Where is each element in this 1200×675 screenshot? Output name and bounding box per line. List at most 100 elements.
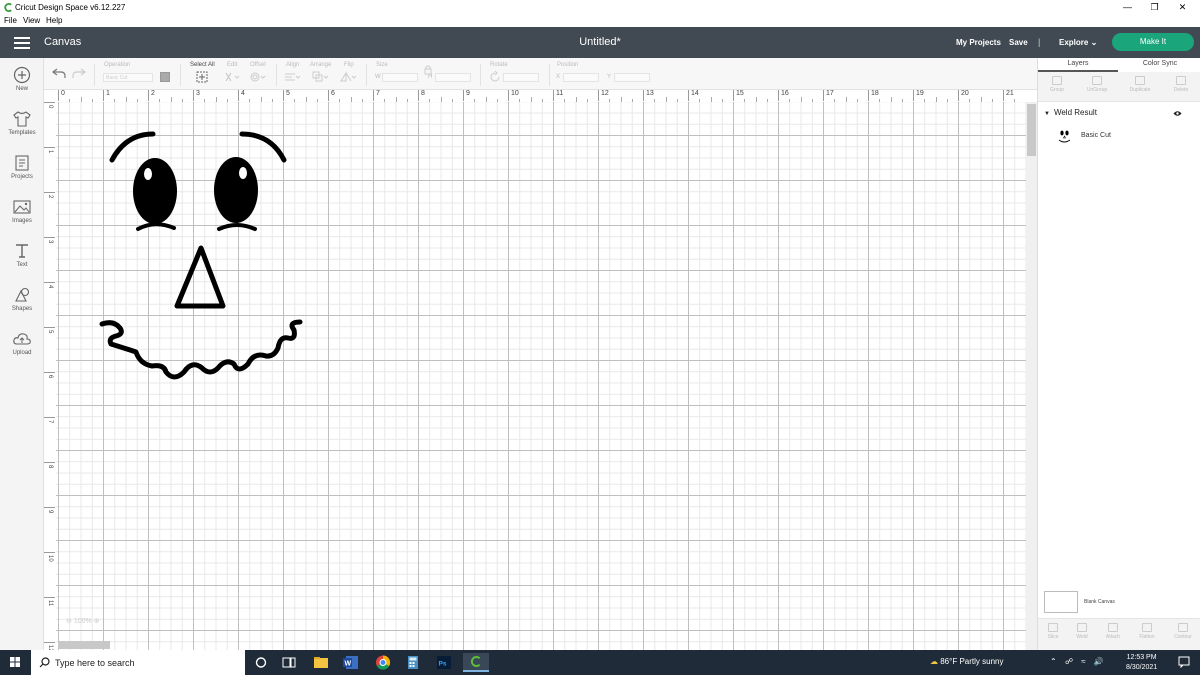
ruler-left-label: 3	[47, 240, 53, 244]
zoom-control[interactable]: ⊖ 100% ⊕	[66, 617, 100, 625]
image-icon	[13, 200, 31, 214]
make-it-button[interactable]: Make It	[1112, 33, 1194, 51]
redo-icon[interactable]	[72, 67, 86, 79]
network-icon[interactable]: ☍	[1065, 657, 1073, 666]
weld-result-design[interactable]	[56, 102, 1026, 650]
design-canvas[interactable]	[56, 102, 1026, 650]
offset-label: Offset	[250, 62, 266, 68]
size-label: Size	[376, 62, 388, 68]
my-projects-link[interactable]: My Projects	[956, 38, 1001, 47]
position-x-input[interactable]	[563, 73, 599, 82]
undo-icon[interactable]	[52, 67, 66, 79]
arrange-icon[interactable]	[312, 71, 330, 83]
vertical-scrollbar[interactable]	[1026, 102, 1037, 650]
ruler-top-tick	[508, 90, 509, 101]
eye-icon[interactable]	[1173, 110, 1182, 117]
chevron-up-icon[interactable]: ⌃	[1050, 657, 1057, 666]
cricut-icon[interactable]	[463, 653, 489, 672]
toolbar-divider	[180, 64, 181, 86]
taskbar-search-input[interactable]: Type here to search	[31, 650, 245, 675]
cortana-icon[interactable]	[250, 653, 272, 672]
images-tool[interactable]: Images	[0, 198, 44, 238]
system-tray: ⌃ ☍ ≈ 🔊	[1050, 657, 1104, 666]
tab-color-sync[interactable]: Color Sync	[1120, 60, 1200, 67]
select-all-icon[interactable]	[196, 71, 208, 83]
ungroup-tool[interactable]: UnGroup	[1078, 76, 1116, 93]
tab-layers[interactable]: Layers	[1038, 60, 1118, 72]
right-eyebrow	[239, 131, 287, 163]
scroll-thumb[interactable]	[1027, 104, 1036, 156]
zoom-level: 100%	[73, 618, 92, 625]
ruler-top-tick	[148, 90, 149, 101]
height-input[interactable]	[435, 73, 471, 82]
photoshop-icon[interactable]: Ps	[433, 653, 455, 672]
save-link[interactable]: Save	[1009, 38, 1028, 47]
rotate-input[interactable]	[503, 73, 539, 82]
search-placeholder: Type here to search	[55, 658, 135, 668]
delete-label: Delete	[1173, 87, 1189, 93]
blank-canvas-swatch[interactable]	[1044, 591, 1078, 613]
upload-cloud-icon	[13, 333, 31, 345]
nose	[174, 245, 226, 309]
upload-tool[interactable]: Upload	[0, 330, 44, 370]
notification-icon[interactable]	[1178, 656, 1190, 668]
scroll-thumb[interactable]	[58, 641, 110, 649]
attach-tool[interactable]: Attach	[1094, 623, 1132, 640]
ruler-top-label: 0	[61, 90, 65, 97]
layer-item-basic-cut[interactable]: Basic Cut	[1056, 128, 1196, 146]
operation-select[interactable]: Basic Cut	[103, 73, 153, 82]
hamburger-menu-icon[interactable]	[14, 37, 30, 49]
delete-tool[interactable]: Delete	[1162, 76, 1200, 93]
menu-view[interactable]: View	[23, 16, 40, 25]
group-tool[interactable]: Group	[1038, 76, 1076, 93]
zoom-out-icon[interactable]: ⊖	[66, 618, 72, 625]
flatten-tool[interactable]: Flatten	[1128, 623, 1166, 640]
text-tool[interactable]: Text	[0, 242, 44, 282]
taskbar-clock[interactable]: 12:53 PM 8/30/2021	[1126, 653, 1157, 673]
wifi-icon[interactable]: ≈	[1081, 657, 1085, 666]
new-tool[interactable]: New	[0, 66, 44, 106]
menu-help[interactable]: Help	[46, 16, 62, 25]
paperclip-icon	[1108, 623, 1118, 632]
shapes-tool[interactable]: Shapes	[0, 286, 44, 326]
flip-icon[interactable]	[340, 71, 358, 83]
offset-icon[interactable]	[249, 71, 267, 83]
chrome-icon[interactable]	[372, 653, 394, 672]
volume-icon[interactable]: 🔊	[1094, 657, 1104, 666]
duplicate-label: Duplicate	[1129, 87, 1151, 93]
partly-sunny-icon: ☁	[930, 657, 938, 666]
caret-down-icon[interactable]: ▼	[1044, 111, 1050, 117]
contour-tool[interactable]: Contour	[1164, 623, 1200, 640]
menu-file[interactable]: File	[4, 16, 17, 25]
close-button[interactable]: ✕	[1160, 0, 1200, 15]
weather-widget[interactable]: ☁ 86°F Partly sunny	[930, 657, 1003, 666]
document-title[interactable]: Untitled*	[579, 36, 621, 48]
file-explorer-icon[interactable]	[310, 653, 332, 672]
attach-label: Attach	[1105, 634, 1121, 640]
duplicate-tool[interactable]: Duplicate	[1121, 76, 1159, 93]
position-y-input[interactable]	[614, 73, 650, 82]
layer-group-weld-result[interactable]: ▼ Weld Result	[1044, 108, 1097, 117]
calculator-icon[interactable]	[402, 653, 424, 672]
left-eyebrow	[109, 131, 156, 163]
task-view-icon[interactable]	[278, 653, 300, 672]
width-input[interactable]	[382, 73, 418, 82]
templates-tool[interactable]: Templates	[0, 110, 44, 150]
search-icon	[39, 657, 50, 668]
window-title: Cricut Design Space v6.12.227	[15, 3, 126, 12]
zoom-in-icon[interactable]: ⊕	[94, 618, 100, 625]
ungroup-label: UnGroup	[1086, 87, 1108, 93]
ruler-left-tick	[44, 102, 55, 103]
edit-icon[interactable]	[224, 71, 240, 83]
slice-icon	[1048, 623, 1058, 632]
shapes-label: Shapes	[11, 306, 33, 312]
color-swatch[interactable]	[160, 72, 170, 82]
ruler-left-tick	[44, 507, 55, 508]
blank-canvas-label: Blank Canvas	[1084, 599, 1115, 605]
projects-tool[interactable]: Projects	[0, 154, 44, 194]
horizontal-scrollbar[interactable]	[56, 640, 1026, 650]
align-icon[interactable]	[284, 71, 302, 83]
explore-dropdown[interactable]: Explore ⌄	[1059, 38, 1097, 47]
word-icon[interactable]: W	[340, 653, 362, 672]
windows-start-icon[interactable]	[0, 650, 30, 675]
